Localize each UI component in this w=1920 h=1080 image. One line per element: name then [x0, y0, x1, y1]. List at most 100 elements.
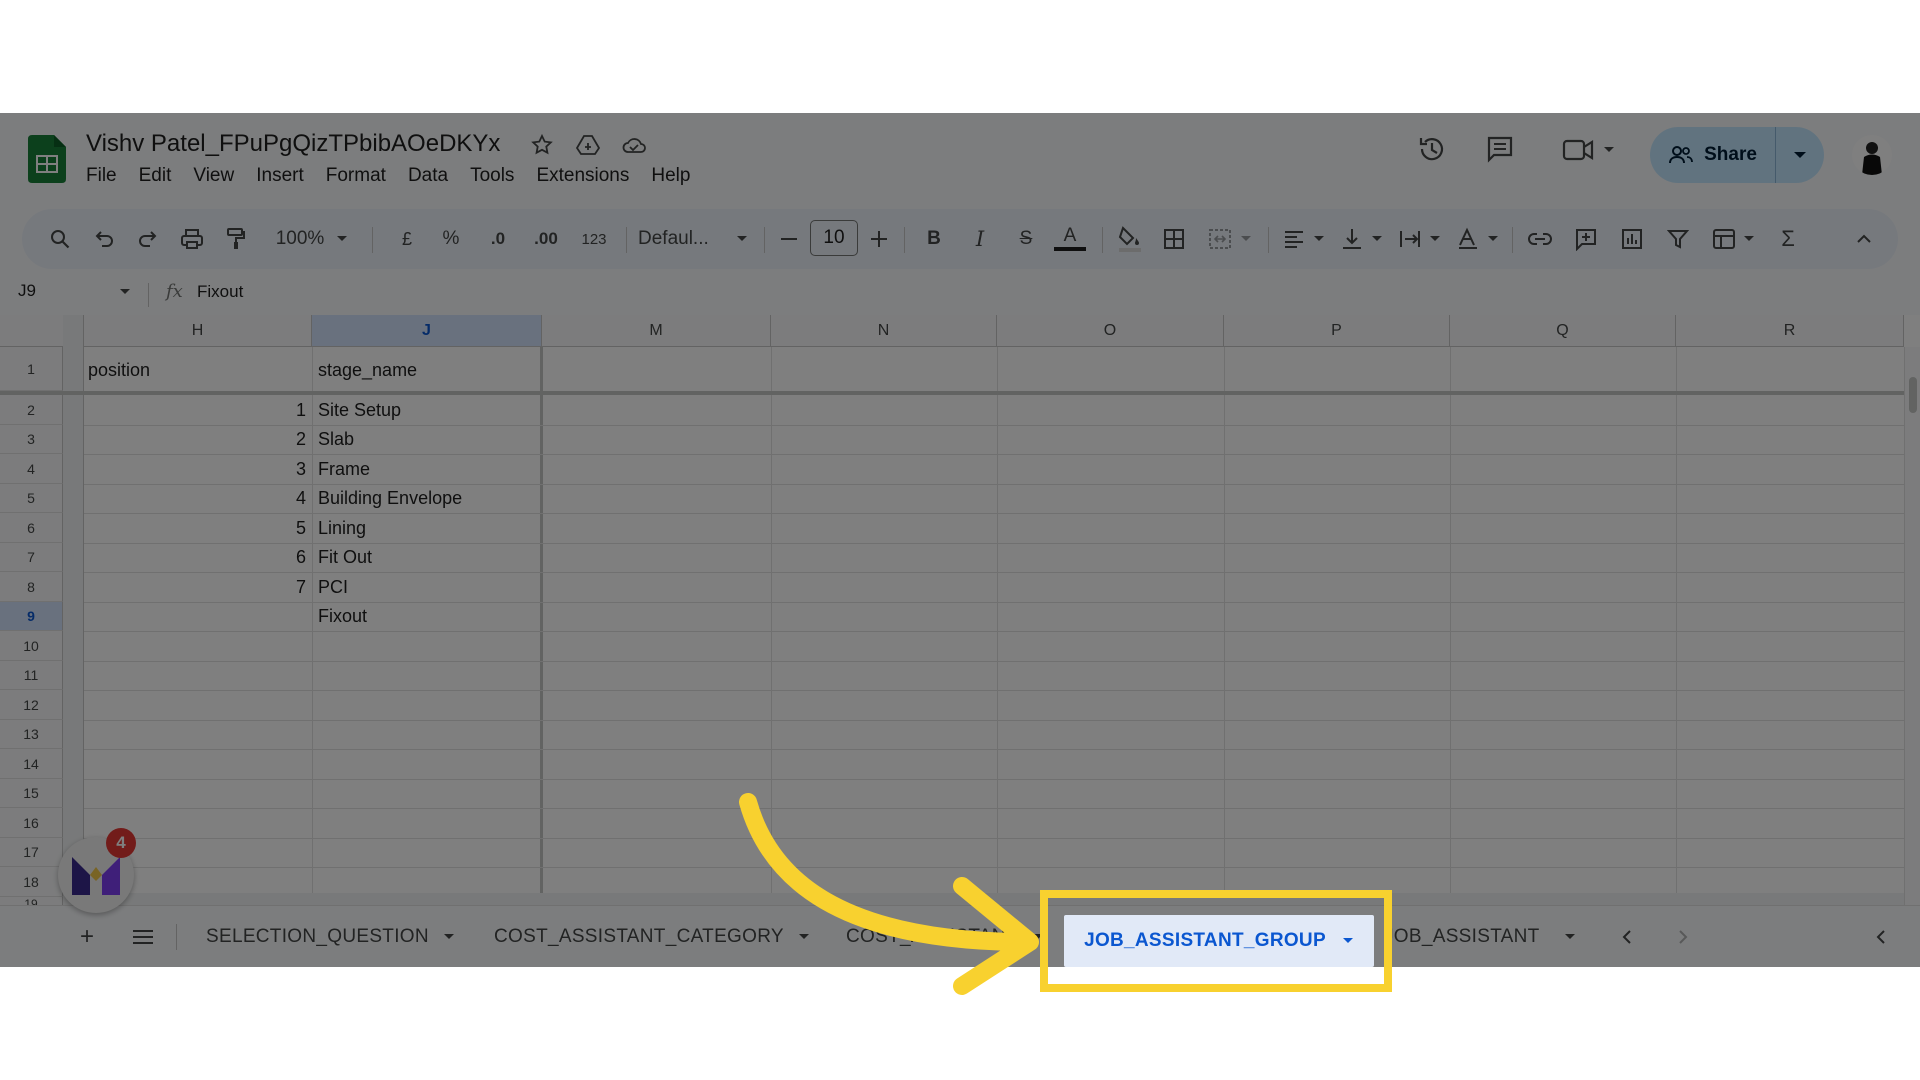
chevron-down-icon[interactable] [118, 281, 132, 301]
font-size-decrease-icon[interactable] [774, 209, 804, 269]
cell-h3[interactable]: 2 [88, 425, 306, 454]
bold-button[interactable]: B [916, 209, 952, 269]
cell-j1[interactable]: stage_name [318, 356, 417, 385]
column-header-m[interactable]: M [542, 315, 771, 347]
chevron-down-icon[interactable] [1564, 933, 1576, 941]
print-icon[interactable] [174, 209, 210, 269]
row-header-3[interactable]: 3 [0, 425, 63, 454]
column-header-j[interactable]: J [312, 315, 542, 347]
menu-format[interactable]: Format [326, 165, 386, 187]
vertical-scroll-thumb[interactable] [1909, 377, 1917, 413]
row-header-13[interactable]: 13 [0, 720, 63, 749]
text-rotation-icon[interactable] [1450, 209, 1486, 269]
row-header-10[interactable]: 10 [0, 631, 63, 661]
hidden-columns-indicator[interactable] [63, 315, 84, 905]
sheet-tab-selection-question[interactable]: SELECTION_QUESTION [206, 906, 455, 967]
font-size-increase-icon[interactable] [864, 209, 894, 269]
cell-j9[interactable]: Fixout [318, 602, 367, 631]
chevron-down-icon[interactable] [1310, 209, 1328, 269]
document-title[interactable]: Vishv Patel_FPuPgQizTPbibAOeDKYx [86, 130, 500, 158]
row-header-16[interactable]: 16 [0, 808, 63, 838]
menu-data[interactable]: Data [408, 165, 448, 187]
chevron-down-icon[interactable] [443, 933, 455, 941]
cell-h8[interactable]: 7 [88, 573, 306, 602]
chevron-down-icon[interactable] [1740, 209, 1758, 269]
row-header-11[interactable]: 11 [0, 661, 63, 690]
chevron-down-icon[interactable] [1484, 209, 1502, 269]
row-header-4[interactable]: 4 [0, 454, 63, 484]
name-box[interactable]: J9 [18, 281, 36, 301]
sheet-tab-job-assistant[interactable]: JOB_ASSISTANT [1384, 906, 1576, 967]
insert-chart-icon[interactable] [1614, 209, 1650, 269]
version-history-icon[interactable] [1414, 131, 1450, 167]
font-size-input[interactable]: 10 [810, 220, 858, 256]
row-header-6[interactable]: 6 [0, 513, 63, 543]
cell-j5[interactable]: Building Envelope [318, 484, 462, 513]
vertical-align-icon[interactable] [1334, 209, 1370, 269]
cell-h2[interactable]: 1 [88, 396, 306, 425]
column-header-q[interactable]: Q [1450, 315, 1676, 347]
merge-cells-icon[interactable] [1202, 209, 1238, 269]
frozen-row-divider[interactable] [0, 391, 1920, 395]
cell-j2[interactable]: Site Setup [318, 396, 401, 425]
redo-icon[interactable] [130, 209, 166, 269]
decrease-decimal-button[interactable]: .0 [480, 209, 516, 269]
cell-j6[interactable]: Lining [318, 514, 366, 543]
comments-icon[interactable] [1482, 131, 1518, 167]
row-header-7[interactable]: 7 [0, 543, 63, 572]
percent-format-button[interactable]: % [436, 209, 466, 269]
cell-j3[interactable]: Slab [318, 425, 354, 454]
menu-tools[interactable]: Tools [470, 165, 514, 187]
filter-icon[interactable] [1660, 209, 1696, 269]
row-header-5[interactable]: 5 [0, 484, 63, 513]
more-formats-button[interactable]: 123 [574, 209, 614, 269]
undo-icon[interactable] [86, 209, 122, 269]
share-button[interactable]: Share [1650, 127, 1776, 183]
chevron-down-icon[interactable] [1236, 209, 1256, 269]
insert-link-icon[interactable] [1522, 209, 1558, 269]
cell-h4[interactable]: 3 [88, 455, 306, 484]
add-sheet-icon[interactable]: + [68, 918, 106, 956]
italic-button[interactable]: I [962, 209, 998, 269]
chevron-down-icon[interactable] [730, 209, 754, 269]
cloud-status-icon[interactable] [620, 131, 648, 159]
column-header-h[interactable]: H [84, 315, 312, 347]
row-header-17[interactable]: 17 [0, 838, 63, 867]
strikethrough-button[interactable]: S [1008, 209, 1044, 269]
row-header-18[interactable]: 18 [0, 867, 63, 897]
font-family-select[interactable]: Defaul... [638, 209, 728, 269]
cell-h1[interactable]: position [88, 356, 150, 385]
chevron-down-icon[interactable] [1426, 209, 1444, 269]
horizontal-align-icon[interactable] [1276, 209, 1312, 269]
menu-view[interactable]: View [193, 165, 234, 187]
share-dropdown-button[interactable] [1776, 127, 1824, 183]
account-avatar[interactable] [1852, 135, 1892, 175]
cell-h6[interactable]: 5 [88, 514, 306, 543]
chevron-down-icon[interactable] [1368, 209, 1386, 269]
paint-format-icon[interactable] [218, 209, 254, 269]
row-header-15[interactable]: 15 [0, 779, 63, 808]
row-header-9[interactable]: 9 [0, 602, 63, 631]
cell-h5[interactable]: 4 [88, 484, 306, 513]
cell-j4[interactable]: Frame [318, 455, 370, 484]
cell-j8[interactable]: PCI [318, 573, 348, 602]
vertical-scrollbar[interactable] [1904, 347, 1920, 905]
column-header-n[interactable]: N [771, 315, 997, 347]
cell-j7[interactable]: Fit Out [318, 543, 372, 572]
row-header-14[interactable]: 14 [0, 749, 63, 779]
collapse-menus-icon[interactable] [1846, 209, 1882, 269]
menu-insert[interactable]: Insert [256, 165, 304, 187]
menu-file[interactable]: File [86, 165, 117, 187]
column-header-p[interactable]: P [1224, 315, 1450, 347]
functions-button[interactable]: Σ [1770, 209, 1806, 269]
column-header-o[interactable]: O [997, 315, 1224, 347]
chevron-down-icon[interactable] [330, 209, 354, 269]
cell-h7[interactable]: 6 [88, 543, 306, 572]
row-header-12[interactable]: 12 [0, 690, 63, 720]
row-header-8[interactable]: 8 [0, 572, 63, 602]
insert-comment-icon[interactable] [1568, 209, 1604, 269]
meet-icon[interactable] [1560, 131, 1618, 167]
scroll-tabs-right-icon[interactable] [1664, 918, 1702, 956]
move-to-drive-icon[interactable] [574, 131, 602, 159]
star-icon[interactable] [528, 131, 556, 159]
